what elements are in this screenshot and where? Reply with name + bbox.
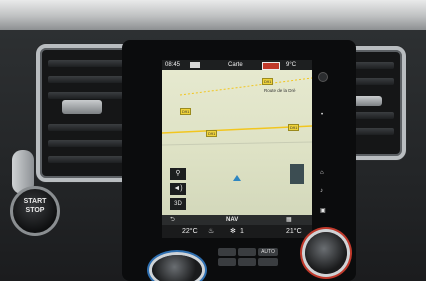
driver-temp-knob[interactable] (152, 255, 202, 281)
climate-strip: 22°C ♨ ✻ 1 21°C (162, 225, 312, 238)
climate-hard-buttons: AUTO (218, 248, 292, 266)
grid-icon[interactable]: ▦ (286, 215, 292, 225)
photo-car-dashboard: START STOP • ⌂ ♪ ▣ 08:45 Carte 9°C D91 D… (0, 0, 426, 281)
settings-icon[interactable]: ▣ (320, 207, 326, 214)
vent-slat (48, 124, 128, 131)
passenger-temp-knob[interactable] (305, 232, 347, 274)
defrost-button[interactable] (238, 248, 256, 256)
road-tag: D91 (180, 108, 192, 115)
phone-icon (190, 62, 200, 68)
auto-button[interactable]: AUTO (258, 248, 278, 256)
start-stop-label: START STOP (10, 197, 60, 215)
map-road (162, 141, 312, 146)
vent-slat (48, 92, 128, 99)
left-vent-adjuster[interactable] (62, 100, 102, 114)
fan-icon[interactable]: ✻ (230, 225, 236, 238)
fan-down-button[interactable] (218, 258, 236, 266)
view-3d-button[interactable]: 3D (170, 198, 186, 210)
back-icon[interactable]: ⮌ (170, 215, 175, 225)
home-icon[interactable]: ⌂ (320, 170, 324, 176)
passenger-temperature[interactable]: 21°C (286, 225, 302, 238)
vehicle-position-icon (233, 175, 241, 181)
driver-temperature[interactable]: 22°C (182, 225, 198, 238)
right-vent-adjuster[interactable] (352, 96, 382, 106)
vent-slat (48, 140, 128, 147)
road-tag: D91 (206, 130, 218, 137)
start-label-line1: START (23, 198, 47, 205)
fan-up-button[interactable] (238, 258, 256, 266)
power-icon[interactable] (318, 72, 328, 82)
road-tag: D91 (288, 124, 300, 131)
nav-tab[interactable]: NAV (226, 215, 238, 225)
vent-slat (48, 76, 128, 83)
magnifier-icon[interactable]: ⚲ (170, 168, 186, 180)
fan-level: 1 (240, 228, 244, 235)
navigation-strip: ⮌ NAV ▦ (162, 215, 312, 225)
battery-icon (262, 62, 280, 70)
start-label-line2: STOP (25, 207, 45, 214)
speaker-icon[interactable]: ◄) (170, 183, 186, 195)
rear-defrost-button[interactable] (258, 258, 278, 266)
vent-slat (48, 156, 128, 163)
road-name: Route de la Drè (264, 88, 296, 93)
recirculation-button[interactable] (218, 248, 236, 256)
seat-heat-icon[interactable]: ♨ (208, 225, 214, 238)
road-tag: D91 (262, 78, 274, 85)
sound-icon[interactable]: ♪ (320, 188, 323, 194)
bezel-dot-icon[interactable]: • (321, 112, 323, 118)
map-options-button[interactable] (290, 164, 304, 184)
vent-slat (48, 60, 128, 67)
touchscreen[interactable]: 08:45 Carte 9°C D91 D91 D91 D91 Route de… (162, 60, 312, 238)
